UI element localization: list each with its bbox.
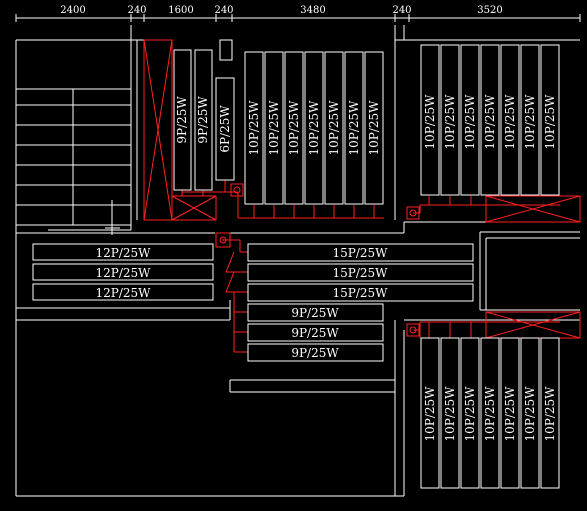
fixture-label: 9P/25W xyxy=(175,96,189,144)
fixture-label: 15P/25W xyxy=(333,286,389,300)
dimension-label-3520: 3520 xyxy=(477,5,502,16)
junction-box xyxy=(230,183,244,197)
fixture-label: 10P/25W xyxy=(327,100,341,156)
fixture-labels-bottom-right: 10P/25W 10P/25W 10P/25W 10P/25W 10P/25W … xyxy=(423,386,557,442)
fixture-label: 10P/25W xyxy=(347,100,361,156)
lighting-plan-drawing: 2400 240 1600 240 3480 240 3520 9P/25W 9… xyxy=(15,5,581,497)
fixture-labels-middle-15p: 15P/25W 15P/25W 15P/25W xyxy=(333,246,389,300)
fixture-label: 10P/25W xyxy=(423,386,437,442)
dimension-label-2400: 2400 xyxy=(60,5,85,16)
fixture-label: 10P/25W xyxy=(287,100,301,156)
fixture-label: 10P/25W xyxy=(423,94,437,150)
fixture-label: 10P/25W xyxy=(523,386,537,442)
fixture-label: 10P/25W xyxy=(443,386,457,442)
fixture-labels-left: 12P/25W 12P/25W 12P/25W xyxy=(96,246,152,300)
fixture-label: 12P/25W xyxy=(96,286,152,300)
fixture-label: 12P/25W xyxy=(96,266,152,280)
fixture-label: 12P/25W xyxy=(96,246,152,260)
fixture-label: 10P/25W xyxy=(443,94,457,150)
dimension-label-240-c: 240 xyxy=(392,5,411,16)
fixture-label: 10P/25W xyxy=(483,94,497,150)
fixture-label: 9P/25W xyxy=(291,306,339,320)
fixture-label: 15P/25W xyxy=(333,266,389,280)
dimension-label-3480: 3480 xyxy=(300,5,325,16)
dimension-label-240-a: 240 xyxy=(127,5,146,16)
fixture-label: 15P/25W xyxy=(333,246,389,260)
fixture-label: 9P/25W xyxy=(291,326,339,340)
dimension-labels: 2400 240 1600 240 3480 240 3520 xyxy=(60,5,502,16)
dimension-label-1600: 1600 xyxy=(168,5,193,16)
fixture-labels-top-right: 10P/25W 10P/25W 10P/25W 10P/25W 10P/25W … xyxy=(423,94,557,150)
fixture-label: 10P/25W xyxy=(543,94,557,150)
fixture-label: 10P/25W xyxy=(463,386,477,442)
fixture-label: 10P/25W xyxy=(523,94,537,150)
fixture-label: 9P/25W xyxy=(291,346,339,360)
fixture-label: 10P/25W xyxy=(367,100,381,156)
fixture-labels-top-left: 9P/25W 9P/25W xyxy=(175,96,210,144)
fixture-label: 10P/25W xyxy=(307,100,321,156)
fixture-label: 10P/25W xyxy=(247,100,261,156)
fixture-label: 10P/25W xyxy=(483,386,497,442)
fixture-label: 10P/25W xyxy=(463,94,477,150)
fixture-labels-top-middle: 10P/25W 10P/25W 10P/25W 10P/25W 10P/25W … xyxy=(247,100,381,156)
fixture-label: 6P/25W xyxy=(218,105,232,153)
fixture-label: 9P/25W xyxy=(196,96,210,144)
fixture-label: 10P/25W xyxy=(267,100,281,156)
fixture-labels-middle-9p: 9P/25W 9P/25W 9P/25W xyxy=(291,306,339,360)
fixture-label: 10P/25W xyxy=(503,386,517,442)
dimension-label-240-b: 240 xyxy=(214,5,233,16)
fixture-label: 10P/25W xyxy=(543,386,557,442)
fixture-label: 10P/25W xyxy=(503,94,517,150)
